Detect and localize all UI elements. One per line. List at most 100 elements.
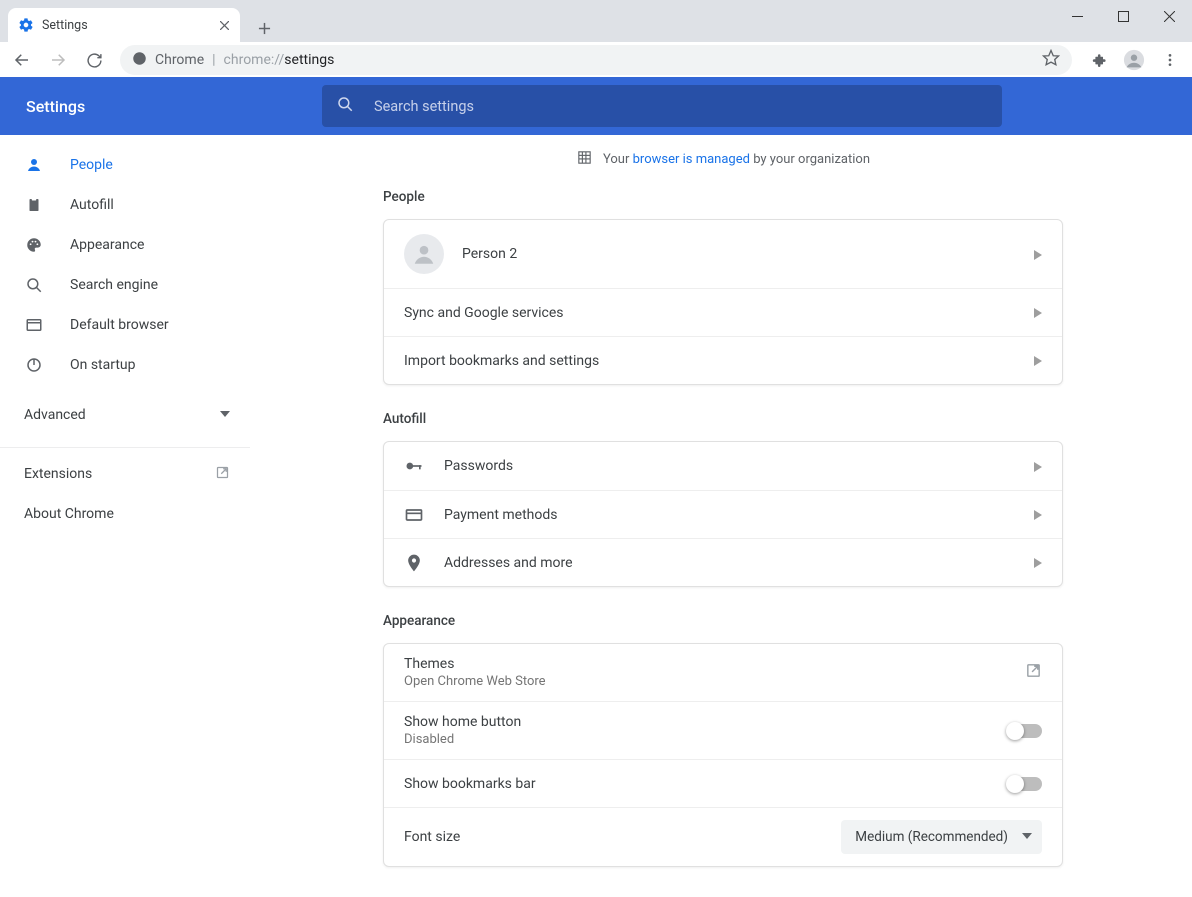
extensions-button[interactable] xyxy=(1082,44,1114,76)
power-icon xyxy=(24,356,44,374)
new-tab-button[interactable] xyxy=(250,14,278,42)
search-icon xyxy=(24,276,44,294)
section-title-appearance: Appearance xyxy=(383,613,1063,629)
browser-toolbar: Chrome | chrome://settings xyxy=(0,42,1192,78)
settings-sidebar: People Autofill Appearance Search engine… xyxy=(0,135,254,897)
row-bookmarks-bar: Show bookmarks bar xyxy=(384,759,1062,807)
app-header: Settings xyxy=(0,77,1192,135)
card-autofill: Passwords Payment methods Addresses and … xyxy=(383,441,1063,587)
row-sync-services[interactable]: Sync and Google services xyxy=(384,288,1062,336)
managed-link[interactable]: browser is managed xyxy=(633,152,750,167)
row-import-bookmarks[interactable]: Import bookmarks and settings xyxy=(384,336,1062,384)
toggle-bookmarks-bar[interactable] xyxy=(1008,777,1042,791)
chevron-right-icon xyxy=(1034,457,1042,476)
row-themes[interactable]: Themes Open Chrome Web Store xyxy=(384,644,1062,701)
sidebar-item-label: Appearance xyxy=(70,237,144,253)
person-icon xyxy=(24,156,44,174)
toggle-home-button[interactable] xyxy=(1008,724,1042,738)
row-passwords[interactable]: Passwords xyxy=(384,442,1062,490)
main-area: Your browser is managed by your organiza… xyxy=(254,135,1192,897)
main-scroll[interactable]: Your browser is managed by your organiza… xyxy=(254,135,1192,897)
nav-forward-button[interactable] xyxy=(42,44,74,76)
row-addresses[interactable]: Addresses and more xyxy=(384,538,1062,586)
sidebar-item-search-engine[interactable]: Search engine xyxy=(0,265,254,305)
sidebar-item-appearance[interactable]: Appearance xyxy=(0,225,254,265)
sidebar-item-label: Autofill xyxy=(70,197,114,213)
card-appearance: Themes Open Chrome Web Store Show home b… xyxy=(383,643,1063,867)
overflow-menu-button[interactable] xyxy=(1154,44,1186,76)
settings-page: Settings People Autofill Appearance xyxy=(0,77,1192,897)
about-label: About Chrome xyxy=(24,506,114,522)
managed-banner: Your browser is managed by your organiza… xyxy=(383,135,1063,183)
row-label: Themes xyxy=(404,656,1025,672)
open-external-icon xyxy=(1025,662,1042,683)
row-label: Font size xyxy=(404,829,841,845)
row-label: Show bookmarks bar xyxy=(404,776,1008,792)
browser-icon xyxy=(24,316,44,334)
palette-icon xyxy=(24,236,44,254)
card-people: Person 2 Sync and Google services Import… xyxy=(383,219,1063,385)
sidebar-item-default-browser[interactable]: Default browser xyxy=(0,305,254,345)
chevron-right-icon xyxy=(1034,303,1042,322)
omnibox-host: Chrome xyxy=(155,52,204,68)
row-label: Show home button xyxy=(404,714,1008,730)
managed-text: Your browser is managed by your organiza… xyxy=(603,152,870,167)
search-settings-input[interactable] xyxy=(374,98,988,115)
section-title-people: People xyxy=(383,189,1063,205)
nav-back-button[interactable] xyxy=(6,44,38,76)
chevron-right-icon xyxy=(1034,553,1042,572)
settings-body: People Autofill Appearance Search engine… xyxy=(0,135,1192,897)
row-font-size: Font size Medium (Recommended) xyxy=(384,807,1062,866)
sidebar-item-label: Search engine xyxy=(70,277,158,293)
app-title: Settings xyxy=(0,97,322,116)
chevron-right-icon xyxy=(1034,245,1042,264)
browser-tab-settings[interactable]: Settings xyxy=(8,8,240,42)
sidebar-divider xyxy=(0,447,250,448)
row-home-button: Show home button Disabled xyxy=(384,701,1062,759)
nav-reload-button[interactable] xyxy=(78,44,110,76)
chevron-right-icon xyxy=(1034,505,1042,524)
chevron-down-icon xyxy=(220,407,230,423)
dropdown-font-size[interactable]: Medium (Recommended) xyxy=(841,820,1042,854)
window-minimize-button[interactable] xyxy=(1054,0,1100,32)
sidebar-about-link[interactable]: About Chrome xyxy=(0,494,254,534)
tab-close-button[interactable] xyxy=(216,17,232,33)
bookmark-star-icon[interactable] xyxy=(1042,49,1060,71)
sidebar-item-label: Default browser xyxy=(70,317,169,333)
profile-name: Person 2 xyxy=(462,246,1034,262)
row-sublabel: Disabled xyxy=(404,732,1008,747)
window-maximize-button[interactable] xyxy=(1100,0,1146,32)
location-icon xyxy=(404,553,444,573)
dropdown-value: Medium (Recommended) xyxy=(855,829,1008,845)
extensions-label: Extensions xyxy=(24,466,92,482)
clipboard-icon xyxy=(24,196,44,214)
gear-icon xyxy=(18,17,34,33)
tab-title: Settings xyxy=(42,18,216,33)
row-profile[interactable]: Person 2 xyxy=(384,220,1062,288)
sidebar-extensions-link[interactable]: Extensions xyxy=(0,454,254,494)
address-bar[interactable]: Chrome | chrome://settings xyxy=(120,45,1072,75)
sidebar-item-label: On startup xyxy=(70,357,136,373)
window-close-button[interactable] xyxy=(1146,0,1192,32)
key-icon xyxy=(404,456,444,476)
tab-strip: Settings xyxy=(8,8,278,42)
site-info-icon[interactable] xyxy=(132,51,147,70)
open-external-icon xyxy=(215,465,230,484)
sidebar-item-autofill[interactable]: Autofill xyxy=(0,185,254,225)
browser-titlebar: Settings Chrome | chrome://settings xyxy=(0,0,1192,77)
section-title-autofill: Autofill xyxy=(383,411,1063,427)
row-label: Sync and Google services xyxy=(404,305,1034,321)
search-settings-box[interactable] xyxy=(322,85,1002,127)
sidebar-item-on-startup[interactable]: On startup xyxy=(0,345,254,385)
row-payment-methods[interactable]: Payment methods xyxy=(384,490,1062,538)
credit-card-icon xyxy=(404,505,444,525)
omnibox-separator: | xyxy=(212,52,215,68)
profile-avatar-button[interactable] xyxy=(1118,44,1150,76)
sidebar-item-people[interactable]: People xyxy=(0,145,254,185)
row-sublabel: Open Chrome Web Store xyxy=(404,674,1025,689)
chevron-right-icon xyxy=(1034,351,1042,370)
row-label: Import bookmarks and settings xyxy=(404,353,1034,369)
row-label: Payment methods xyxy=(444,507,1034,523)
window-controls xyxy=(1054,0,1192,32)
sidebar-advanced-toggle[interactable]: Advanced xyxy=(0,395,254,435)
